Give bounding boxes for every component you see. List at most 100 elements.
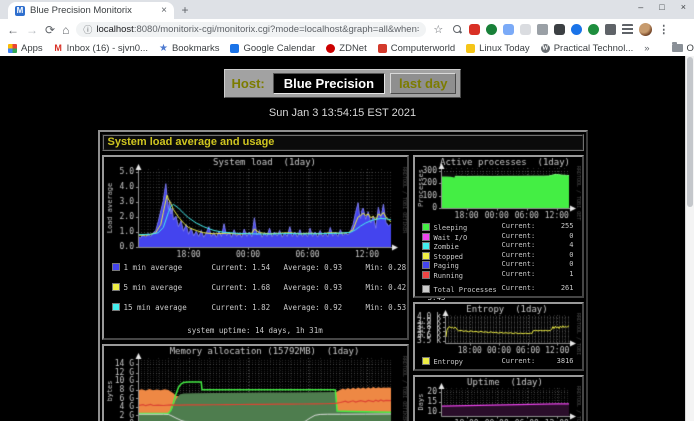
uptime-graph-frame: Uptime (in days) Current:14.1 bbox=[413, 375, 584, 421]
computerworld-icon bbox=[378, 44, 387, 53]
system-load-graph-frame: 1 min average Current: 1.54Average: 0.93… bbox=[102, 155, 409, 340]
legend-swatch bbox=[422, 223, 430, 231]
search-extension-icon[interactable] bbox=[452, 24, 463, 35]
legend-swatch bbox=[112, 263, 120, 271]
apps-grid-icon bbox=[8, 44, 17, 53]
zdnet-icon bbox=[326, 44, 335, 53]
browser-tab[interactable]: M Blue Precision Monitorix × bbox=[8, 2, 174, 19]
new-tab-button[interactable]: + bbox=[174, 3, 196, 19]
system-load-section: System load average and usage 1 min aver… bbox=[98, 130, 588, 421]
processes-graph-frame: SleepingCurrent:255 Wait I/OCurrent:0 Zo… bbox=[413, 155, 584, 298]
bookmark-label: Linux Today bbox=[479, 43, 530, 54]
monitorix-page: Host: Blue Precision last day Sun Jan 3 … bbox=[0, 56, 685, 421]
memory-chart[interactable] bbox=[104, 346, 407, 421]
extensions-puzzle-icon[interactable] bbox=[605, 24, 616, 35]
bookmark-linux-today[interactable]: Linux Today bbox=[466, 43, 530, 54]
gmail-icon: M bbox=[54, 44, 63, 53]
address-bar[interactable]: ⓘ localhost:8080/monitorix-cgi/monitorix… bbox=[76, 22, 426, 37]
page-scrollbar[interactable] bbox=[685, 56, 694, 421]
page-info-icon[interactable]: ⓘ bbox=[83, 23, 92, 36]
wordpress-icon: W bbox=[541, 44, 550, 53]
bookmark-computerworld[interactable]: Computerworld bbox=[378, 43, 455, 54]
system-load-legend: 1 min average Current: 1.54Average: 0.93… bbox=[104, 261, 407, 323]
profile-avatar[interactable] bbox=[639, 23, 652, 36]
pages-extension-icon[interactable] bbox=[503, 24, 514, 35]
entropy-chart[interactable] bbox=[415, 304, 581, 356]
system-load-chart[interactable] bbox=[104, 157, 407, 261]
system-uptime-note: system uptime: 14 days, 1h 31m bbox=[104, 323, 407, 338]
bookmarks-bar: Apps M Inbox (16) - sjvn0... ★ Bookmarks G… bbox=[0, 40, 694, 56]
uptime-chart[interactable] bbox=[415, 377, 581, 421]
host-value: Blue Precision bbox=[273, 73, 385, 94]
forward-icon[interactable]: → bbox=[26, 24, 38, 36]
bookmark-label: Inbox (16) - sjvn0... bbox=[67, 43, 148, 54]
processes-legend: SleepingCurrent:255 Wait I/OCurrent:0 Zo… bbox=[415, 221, 582, 296]
bookmark-inbox[interactable]: M Inbox (16) - sjvn0... bbox=[54, 43, 148, 54]
bookmark-label: Bookmarks bbox=[172, 43, 220, 54]
calendar-icon bbox=[230, 44, 239, 53]
url-path: :8080/monitorix-cgi/monitorix.cgi?mode=l… bbox=[134, 24, 419, 35]
globe-extension-icon[interactable] bbox=[486, 24, 497, 35]
browser-toolbar: ← → ⟳ ⌂ ⓘ localhost:8080/monitorix-cgi/m… bbox=[0, 19, 694, 40]
host-label: Host: bbox=[229, 75, 268, 92]
tab-strip: M Blue Precision Monitorix × + – □ × bbox=[0, 0, 694, 19]
bookmark-label: Google Calendar bbox=[243, 43, 315, 54]
menu-kebab-icon[interactable]: ⋮ bbox=[658, 23, 669, 36]
reload-icon[interactable]: ⟳ bbox=[45, 24, 55, 36]
legend-swatch bbox=[112, 283, 120, 291]
linux-today-icon bbox=[466, 44, 475, 53]
url-host: localhost bbox=[96, 24, 134, 35]
entropy-legend: Entropy Current:3816 bbox=[415, 356, 582, 369]
window-close-button[interactable]: × bbox=[681, 2, 686, 12]
section-title: System load average and usage bbox=[102, 134, 584, 151]
other-bookmarks-label: Other bookmarks bbox=[687, 43, 694, 54]
window-minimize-button[interactable]: – bbox=[638, 2, 643, 12]
reading-list-icon[interactable] bbox=[622, 24, 633, 35]
bookmark-label: Practical Technol... bbox=[554, 43, 634, 54]
monitorix-favicon-icon: M bbox=[15, 6, 25, 16]
legend-swatch bbox=[112, 303, 120, 311]
bookmark-label: ZDNet bbox=[339, 43, 366, 54]
home-icon[interactable]: ⌂ bbox=[62, 24, 69, 36]
url-text: localhost:8080/monitorix-cgi/monitorix.c… bbox=[96, 24, 419, 35]
entropy-graph-frame: Entropy Current:3816 bbox=[413, 302, 584, 371]
report-timestamp: Sun Jan 3 13:54:15 EST 2021 bbox=[0, 107, 685, 119]
legend-swatch bbox=[422, 261, 430, 269]
processes-chart[interactable] bbox=[415, 157, 581, 221]
folder-icon bbox=[672, 44, 683, 52]
bookmark-practical-technology[interactable]: W Practical Technol... bbox=[541, 43, 634, 54]
blue-circle-extension-icon[interactable] bbox=[571, 24, 582, 35]
legend-swatch bbox=[422, 271, 430, 279]
period-button[interactable]: last day bbox=[390, 73, 456, 94]
browser-window: M Blue Precision Monitorix × + – □ × ← →… bbox=[0, 0, 694, 421]
tab-title: Blue Precision Monitorix bbox=[30, 5, 156, 16]
legend-swatch bbox=[422, 233, 430, 241]
legend-swatch bbox=[422, 252, 430, 260]
bookmark-google-calendar[interactable]: Google Calendar bbox=[230, 43, 315, 54]
window-maximize-button[interactable]: □ bbox=[659, 2, 664, 12]
gmail-extension-icon[interactable] bbox=[469, 24, 480, 35]
green-circle-extension-icon[interactable] bbox=[588, 24, 599, 35]
legend-swatch bbox=[422, 357, 430, 365]
bookmark-label: Computerworld bbox=[391, 43, 455, 54]
window-controls: – □ × bbox=[638, 2, 686, 12]
host-selector-box: Host: Blue Precision last day bbox=[224, 69, 462, 98]
bookmark-apps[interactable]: Apps bbox=[8, 43, 43, 54]
legend-swatch bbox=[422, 285, 430, 293]
bookmark-zdnet[interactable]: ZDNet bbox=[326, 43, 366, 54]
star-icon: ★ bbox=[159, 44, 168, 53]
other-bookmarks-button[interactable]: Other bookmarks bbox=[672, 43, 694, 54]
tab-close-icon[interactable]: × bbox=[161, 6, 167, 16]
bookmark-star-icon[interactable]: ☆ bbox=[433, 23, 443, 36]
scrollbar-thumb[interactable] bbox=[687, 57, 693, 207]
legend-swatch bbox=[422, 242, 430, 250]
speaker-extension-icon[interactable] bbox=[537, 24, 548, 35]
dark-extension-icon[interactable] bbox=[554, 24, 565, 35]
memory-graph-frame: Used Cached Buffers Active Inactive bbox=[102, 344, 409, 421]
gray-extension-icon[interactable] bbox=[520, 24, 531, 35]
extension-icons: ⋮ bbox=[452, 23, 669, 36]
bookmarks-overflow-chevron[interactable]: » bbox=[644, 43, 649, 54]
bookmark-label: Apps bbox=[21, 43, 43, 54]
bookmark-bookmarks[interactable]: ★ Bookmarks bbox=[159, 43, 219, 54]
back-icon[interactable]: ← bbox=[7, 24, 19, 36]
